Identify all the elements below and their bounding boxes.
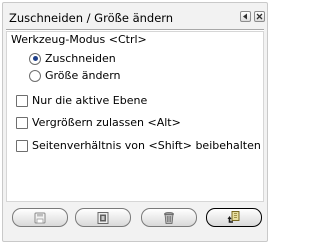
- restore-button[interactable]: [75, 208, 131, 227]
- options-area: Werkzeug-Modus <Ctrl> Zuschneiden Größe …: [6, 31, 264, 202]
- close-icon: [256, 13, 263, 20]
- crop-radio[interactable]: [29, 52, 41, 65]
- close-button[interactable]: [254, 11, 265, 22]
- panel-header: Zuschneiden / Größe ändern: [3, 3, 267, 30]
- active-layer-checkbox[interactable]: [16, 94, 28, 107]
- save-button[interactable]: [12, 208, 68, 227]
- save-icon: [34, 212, 46, 223]
- allow-enlarge-label: Vergrößern zulassen <Alt>: [32, 116, 181, 129]
- reset-icon: [227, 210, 240, 223]
- tool-options-panel: Zuschneiden / Größe ändern Werkzeug-Modu…: [2, 2, 268, 242]
- delete-button[interactable]: [141, 208, 197, 227]
- option-allow-enlarge[interactable]: Vergrößern zulassen <Alt>: [16, 116, 181, 129]
- crop-radio-label: Zuschneiden: [45, 52, 116, 65]
- scroll-left-icon: [243, 13, 247, 20]
- keep-aspect-checkbox[interactable]: [16, 139, 28, 152]
- keep-aspect-label: Seitenverhältnis von <Shift> beibehalten: [32, 139, 261, 152]
- button-bar: [6, 205, 264, 239]
- allow-enlarge-checkbox[interactable]: [16, 116, 28, 129]
- panel-title: Zuschneiden / Größe ändern: [9, 11, 174, 25]
- reset-button[interactable]: [206, 208, 262, 227]
- delete-icon: [164, 211, 174, 224]
- mode-option-crop[interactable]: Zuschneiden: [29, 52, 116, 65]
- resize-radio-label: Größe ändern: [45, 69, 121, 82]
- mode-label: Werkzeug-Modus <Ctrl>: [11, 33, 147, 46]
- option-keep-aspect[interactable]: Seitenverhältnis von <Shift> beibehalten: [16, 139, 261, 152]
- resize-radio[interactable]: [29, 69, 41, 82]
- restore-icon: [97, 211, 109, 224]
- mode-option-resize[interactable]: Größe ändern: [29, 69, 121, 82]
- active-layer-label: Nur die aktive Ebene: [32, 94, 148, 107]
- scroll-left-button[interactable]: [240, 11, 251, 22]
- option-active-layer[interactable]: Nur die aktive Ebene: [16, 94, 147, 107]
- mode-label-text: Werkzeug-Modus <Ctrl>: [11, 33, 147, 46]
